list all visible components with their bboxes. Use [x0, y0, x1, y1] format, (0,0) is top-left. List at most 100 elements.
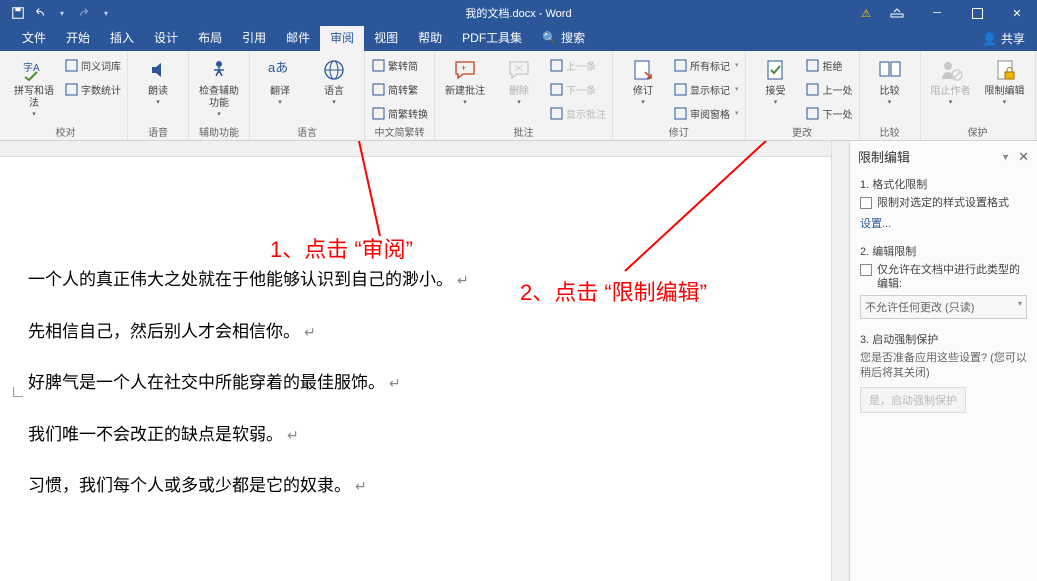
qat-customize-icon[interactable]: ▾	[98, 5, 114, 21]
track-icon	[629, 56, 657, 84]
warning-icon[interactable]: ⚠	[861, 7, 871, 20]
ribbon-options-icon[interactable]	[877, 0, 917, 26]
format-restrict-checkbox[interactable]: 限制对选定的样式设置格式	[860, 196, 1027, 210]
menu-tab-开始[interactable]: 开始	[56, 26, 100, 51]
paragraph[interactable]: 好脾气是一个人在社交中所能穿着的最佳服饰。↵	[28, 370, 831, 396]
restrict-icon	[991, 56, 1019, 84]
group-label: 校对	[10, 124, 121, 140]
menu-tab-插入[interactable]: 插入	[100, 26, 144, 51]
count-icon	[64, 82, 78, 96]
accept-icon	[762, 56, 790, 84]
ribbon-btn-修订[interactable]: 修订▾	[619, 54, 667, 106]
ribbon-btn-接受[interactable]: 接受▾	[752, 54, 800, 106]
minimize-button[interactable]: ─	[917, 0, 957, 26]
svg-text:aあ: aあ	[268, 60, 288, 75]
menu-tab-文件[interactable]: 文件	[12, 26, 56, 51]
share-button[interactable]: 👤共享	[970, 30, 1037, 47]
ribbon-btn-比较[interactable]: 比较▾	[866, 54, 914, 106]
ribbon-btn-同义词库[interactable]: 同义词库	[64, 54, 121, 76]
ribbon-btn-简繁转换[interactable]: 简繁转换	[371, 102, 428, 124]
save-icon[interactable]	[10, 5, 26, 21]
paragraph[interactable]: 我们唯一不会改正的缺点是软弱。↵	[28, 422, 831, 448]
document-area[interactable]: 一个人的真正伟大之处就在于他能够认识到自己的渺小。↵ 先相信自己，然后别人才会相信…	[0, 141, 831, 581]
menu-tab-审阅[interactable]: 审阅	[320, 26, 364, 51]
delete-icon	[505, 56, 533, 84]
ribbon-btn-上一处[interactable]: 上一处	[806, 78, 853, 100]
ribbon-group-比较: 比较▾比较	[860, 51, 921, 140]
settings-link[interactable]: 设置...	[860, 215, 891, 231]
paragraph[interactable]: 一个人的真正伟大之处就在于他能够认识到自己的渺小。↵	[28, 267, 831, 293]
group-label: 修订	[619, 124, 739, 140]
lang-icon	[320, 56, 348, 84]
group-label: 辅助功能	[195, 124, 243, 140]
ribbon-btn-语言[interactable]: 语言▾	[310, 54, 358, 106]
group-label: 更改	[752, 124, 853, 140]
group-label: 保护	[927, 124, 1029, 140]
ribbon-group-中文简繁转换: 繁转简简转繁简繁转换中文简繁转换	[365, 51, 435, 140]
menu-tab-设计[interactable]: 设计	[144, 26, 188, 51]
format-restrict-label: 限制对选定的样式设置格式	[877, 196, 1009, 210]
ribbon-group-修订: 修订▾ 所有标记▾显示标记▾审阅窗格▾修订	[613, 51, 746, 140]
ribbon-btn-翻译[interactable]: aあ翻译▾	[256, 54, 304, 106]
svg-text:+: +	[461, 63, 466, 73]
paragraph[interactable]: 先相信自己，然后别人才会相信你。↵	[28, 319, 831, 345]
undo-icon[interactable]	[32, 5, 48, 21]
ribbon-btn-所有标记[interactable]: 所有标记▾	[673, 54, 739, 76]
enforce-note: 您是否准备应用这些设置? (您可以稍后将其关闭)	[860, 351, 1027, 381]
ribbon-group-更改: 接受▾ 拒绝上一处下一处更改	[746, 51, 860, 140]
menu-tab-引用[interactable]: 引用	[232, 26, 276, 51]
edit-restrict-checkbox[interactable]: 仅允许在文档中进行此类型的编辑:	[860, 263, 1027, 291]
edit-restrict-label: 仅允许在文档中进行此类型的编辑:	[877, 263, 1027, 291]
menu-tab-布局[interactable]: 布局	[188, 26, 232, 51]
document-scrollbar[interactable]	[831, 141, 849, 581]
edit-type-select[interactable]: 不允许任何更改 (只读)▾	[860, 295, 1027, 319]
ribbon-btn-拼写和语法[interactable]: 字A拼写和语法▾	[10, 54, 58, 118]
ribbon-btn-显示标记[interactable]: 显示标记▾	[673, 78, 739, 100]
qat-dropdown-icon[interactable]: ▾	[54, 5, 70, 21]
ribbon-btn-显示批注: 显示批注	[549, 102, 606, 124]
ribbon-group-语言: aあ翻译▾语言▾语言	[250, 51, 365, 140]
ribbon-btn-下一处[interactable]: 下一处	[806, 102, 853, 124]
ribbon-group-辅助功能: 检查辅助功能▾ 辅助功能	[189, 51, 250, 140]
ribbon-btn-新建批注[interactable]: +新建批注▾	[441, 54, 489, 106]
redo-icon[interactable]	[76, 5, 92, 21]
ribbon-btn-朗读[interactable]: 朗读▾	[134, 54, 182, 106]
ribbon-btn-繁转简[interactable]: 繁转简	[371, 54, 428, 76]
ribbon-btn-删除: 删除▾	[495, 54, 543, 106]
pane-section-2-title: 2. 编辑限制	[860, 243, 1027, 259]
annotation-2: 2、点击 “限制编辑”	[520, 275, 707, 307]
pane-menu-icon[interactable]: ▼	[1001, 152, 1010, 162]
translate-icon: aあ	[266, 56, 294, 84]
enforce-button[interactable]: 是，启动强制保护	[860, 387, 966, 413]
menu-tab-帮助[interactable]: 帮助	[408, 26, 452, 51]
ribbon-group-语音: 朗读▾语音	[128, 51, 189, 140]
jfx-icon	[371, 106, 385, 120]
paragraph[interactable]: 习惯，我们每个人或多或少都是它的奴隶。↵	[28, 473, 831, 499]
edit-type-value: 不允许任何更改 (只读)	[865, 299, 974, 315]
prev2-icon	[806, 82, 820, 96]
ruler	[0, 141, 831, 157]
book-icon	[64, 58, 78, 72]
block-icon	[937, 56, 965, 84]
close-button[interactable]: ✕	[997, 0, 1037, 26]
ribbon-btn-下一条: 下一条	[549, 78, 606, 100]
menu-bar: 文件开始插入设计布局引用邮件审阅视图帮助PDF工具集🔍搜索 👤共享	[0, 26, 1037, 51]
title-bar: ▾ ▾ 我的文档.docx - Word ⚠ ─ ✕	[0, 0, 1037, 26]
ribbon-btn-简转繁[interactable]: 简转繁	[371, 78, 428, 100]
next-icon	[549, 82, 563, 96]
ribbon-btn-字数统计[interactable]: 字数统计	[64, 78, 121, 100]
menu-tab-视图[interactable]: 视图	[364, 26, 408, 51]
annotation-1: 1、点击 “审阅”	[270, 232, 413, 264]
pane-close-icon[interactable]: ✕	[1018, 149, 1029, 165]
ribbon-btn-检查辅助功能[interactable]: 检查辅助功能▾	[195, 54, 243, 118]
ribbon: 字A拼写和语法▾ 同义词库字数统计校对朗读▾语音检查辅助功能▾ 辅助功能 aあ翻译▾语…	[0, 51, 1037, 141]
menu-tab-邮件[interactable]: 邮件	[276, 26, 320, 51]
ribbon-btn-拒绝[interactable]: 拒绝	[806, 54, 853, 76]
ribbon-btn-限制编辑[interactable]: 限制编辑▾	[981, 54, 1029, 106]
ribbon-group-批注: +新建批注▾删除▾上一条下一条显示批注批注	[435, 51, 613, 140]
tell-me-search[interactable]: 🔍搜索	[532, 26, 595, 51]
group-label: 批注	[441, 124, 606, 140]
maximize-button[interactable]	[957, 0, 997, 26]
ribbon-btn-审阅窗格[interactable]: 审阅窗格▾	[673, 102, 739, 124]
menu-tab-PDF工具集[interactable]: PDF工具集	[452, 26, 532, 51]
